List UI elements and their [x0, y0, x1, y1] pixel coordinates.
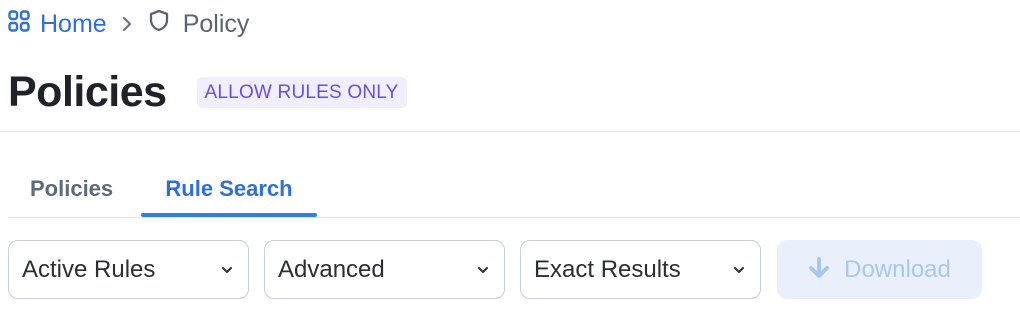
chevron-down-icon: [476, 265, 490, 275]
tab-policies-label: Policies: [30, 176, 114, 201]
breadcrumb-home-label: Home: [40, 9, 107, 38]
tab-rule-search[interactable]: Rule Search: [141, 168, 317, 217]
breadcrumb: Home Policy: [8, 8, 249, 40]
breadcrumb-home-link[interactable]: Home: [8, 10, 107, 39]
status-badge: ALLOW RULES ONLY: [196, 76, 407, 108]
chevron-right-icon: [121, 15, 133, 33]
chevron-down-icon: [220, 265, 234, 275]
page-title: Policies: [8, 67, 167, 116]
grid-icon: [8, 9, 30, 39]
download-arrow-icon: [808, 256, 830, 283]
active-tab-indicator: [141, 213, 317, 217]
download-label: Download: [844, 255, 951, 283]
tab-rule-search-label: Rule Search: [165, 176, 293, 201]
match-type-select[interactable]: Exact Results: [520, 240, 761, 299]
search-mode-select[interactable]: Advanced: [264, 240, 505, 299]
search-mode-value: Advanced: [278, 255, 385, 283]
rule-status-value: Active Rules: [22, 255, 156, 283]
tab-bar: Policies Rule Search: [8, 168, 1020, 218]
chevron-down-icon: [732, 265, 746, 275]
shield-icon: [149, 9, 169, 39]
rule-status-select[interactable]: Active Rules: [8, 240, 249, 299]
title-row: Policies ALLOW RULES ONLY: [8, 66, 407, 118]
breadcrumb-current-label: Policy: [182, 9, 250, 38]
download-button[interactable]: Download: [777, 240, 982, 299]
tab-policies[interactable]: Policies: [30, 168, 113, 217]
breadcrumb-current: Policy: [149, 9, 250, 39]
match-type-value: Exact Results: [534, 255, 681, 283]
header-divider: [0, 131, 1020, 132]
